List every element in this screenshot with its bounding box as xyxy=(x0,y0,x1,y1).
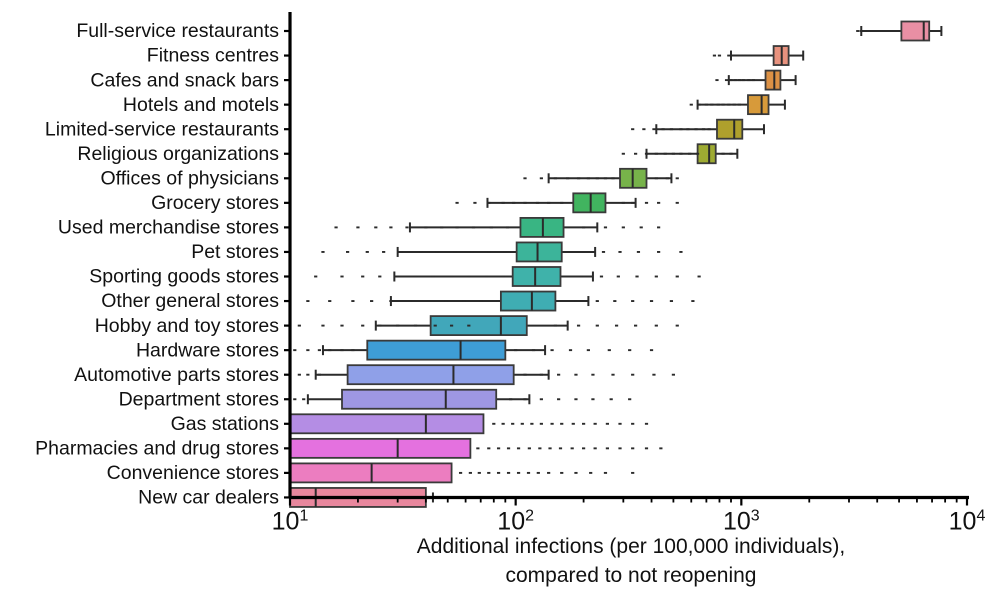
box-rect[interactable] xyxy=(572,192,607,214)
box-rect[interactable] xyxy=(716,118,744,140)
y-axis-category-label: Hobby and toy stores xyxy=(95,315,280,337)
boxplot-figure: Full-service restaurants Fitness centres C… xyxy=(0,0,1000,609)
y-axis-category-label: Full-service restaurants xyxy=(76,20,279,42)
y-axis-category-label: Sporting goods stores xyxy=(89,266,279,288)
box-rect[interactable] xyxy=(341,388,498,410)
y-axis-category-label: Hardware stores xyxy=(136,339,279,361)
y-axis-category-label: New car dealers xyxy=(138,487,279,509)
box-rect[interactable] xyxy=(366,339,507,361)
box-rect[interactable] xyxy=(289,437,472,459)
y-axis-category-label: Hotels and motels xyxy=(123,94,279,116)
y-axis-category-label: Other general stores xyxy=(101,290,279,312)
box-rect[interactable] xyxy=(346,364,515,386)
box-rect[interactable] xyxy=(747,94,770,116)
box-rect[interactable] xyxy=(515,241,563,263)
y-axis-category-label: Religious organizations xyxy=(77,143,279,165)
y-axis-category-label: Gas stations xyxy=(171,413,280,435)
y-axis-category-label: Used merchandise stores xyxy=(58,217,279,239)
y-axis-category-label: Fitness centres xyxy=(147,45,279,67)
y-axis-category-label: Offices of physicians xyxy=(101,167,280,189)
boxplot-canvas: Full-service restaurantsFitness centresC… xyxy=(0,0,1000,609)
y-axis-category-label: Automotive parts stores xyxy=(74,364,279,386)
box-rect[interactable] xyxy=(499,290,557,312)
box-rect[interactable] xyxy=(900,20,931,42)
x-axis-title-line-1: Additional infections (per 100,000 indiv… xyxy=(417,535,845,558)
box-rect[interactable] xyxy=(429,315,528,337)
box-rect[interactable] xyxy=(511,266,562,287)
y-axis-category-label: Convenience stores xyxy=(107,462,280,484)
x-axis-title-line-2: compared to not reopening xyxy=(505,564,756,587)
box-rect[interactable] xyxy=(289,413,485,435)
y-axis-category-label: Pet stores xyxy=(191,241,279,263)
y-axis-category-label: Pharmacies and drug stores xyxy=(35,438,279,460)
y-axis-category-label: Grocery stores xyxy=(151,192,279,214)
box-rect[interactable] xyxy=(696,143,717,165)
y-axis-category-label: Cafes and snack bars xyxy=(90,69,279,91)
box-rect[interactable] xyxy=(764,69,782,91)
y-axis-category-label: Department stores xyxy=(119,388,280,410)
y-axis-category-label: Limited-service restaurants xyxy=(45,118,279,140)
